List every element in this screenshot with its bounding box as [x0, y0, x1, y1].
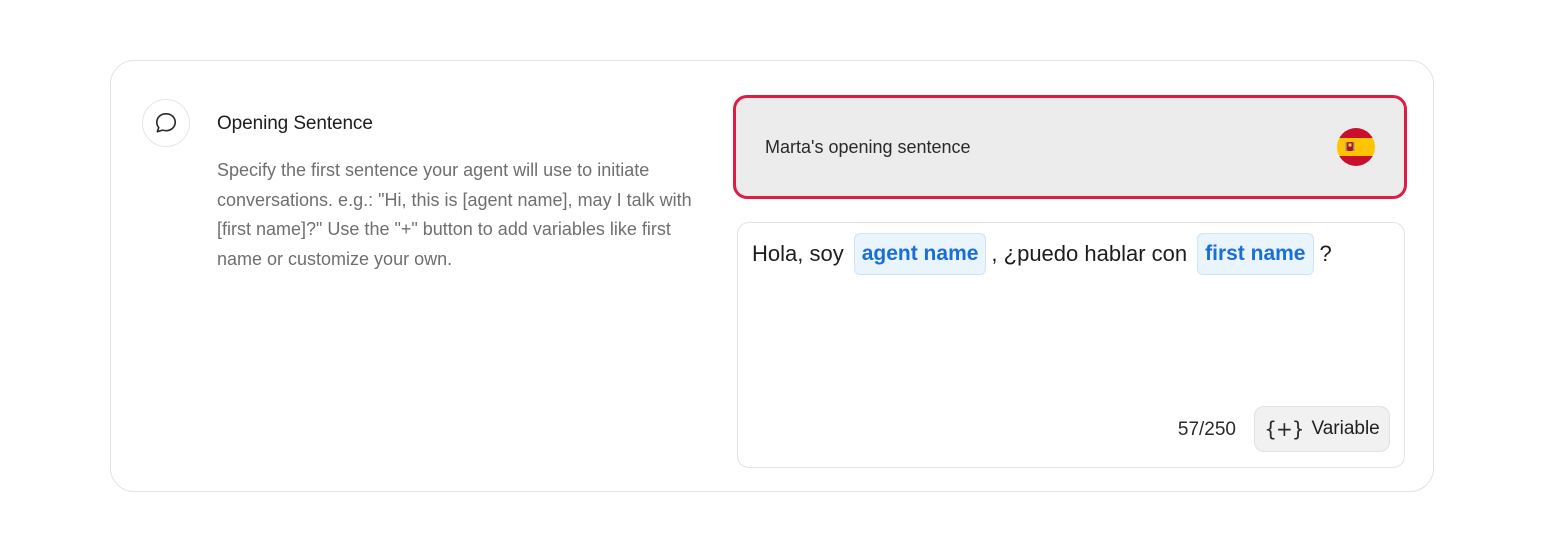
editor-text-segment: ? — [1319, 241, 1332, 266]
chat-bubble-icon — [142, 99, 190, 147]
add-variable-icon: {+} — [1264, 417, 1304, 441]
language-select[interactable]: Marta's opening sentence — [733, 95, 1407, 199]
variable-chip-agent-name[interactable]: agent name — [853, 233, 987, 275]
opening-sentence-card: Opening Sentence Specify the first sente… — [110, 60, 1434, 492]
editor-text-segment: Hola, soy — [752, 241, 844, 266]
variable-chip-first-name[interactable]: first name — [1197, 233, 1314, 275]
language-select-label: Marta's opening sentence — [765, 136, 971, 157]
add-variable-label: Variable — [1311, 418, 1380, 439]
section-title: Opening Sentence — [217, 113, 373, 134]
spain-flag-icon — [1337, 128, 1375, 166]
character-counter: 57/250 — [1177, 419, 1236, 440]
editor-content[interactable]: Hola, soy agent name , ¿puedo hablar con… — [752, 233, 1390, 275]
add-variable-button[interactable]: {+} Variable — [1254, 406, 1390, 452]
section-description: Specify the first sentence your agent wi… — [217, 160, 692, 269]
editor-text-segment: , ¿puedo hablar con — [991, 241, 1188, 266]
opening-sentence-editor[interactable]: Hola, soy agent name , ¿puedo hablar con… — [737, 222, 1405, 468]
